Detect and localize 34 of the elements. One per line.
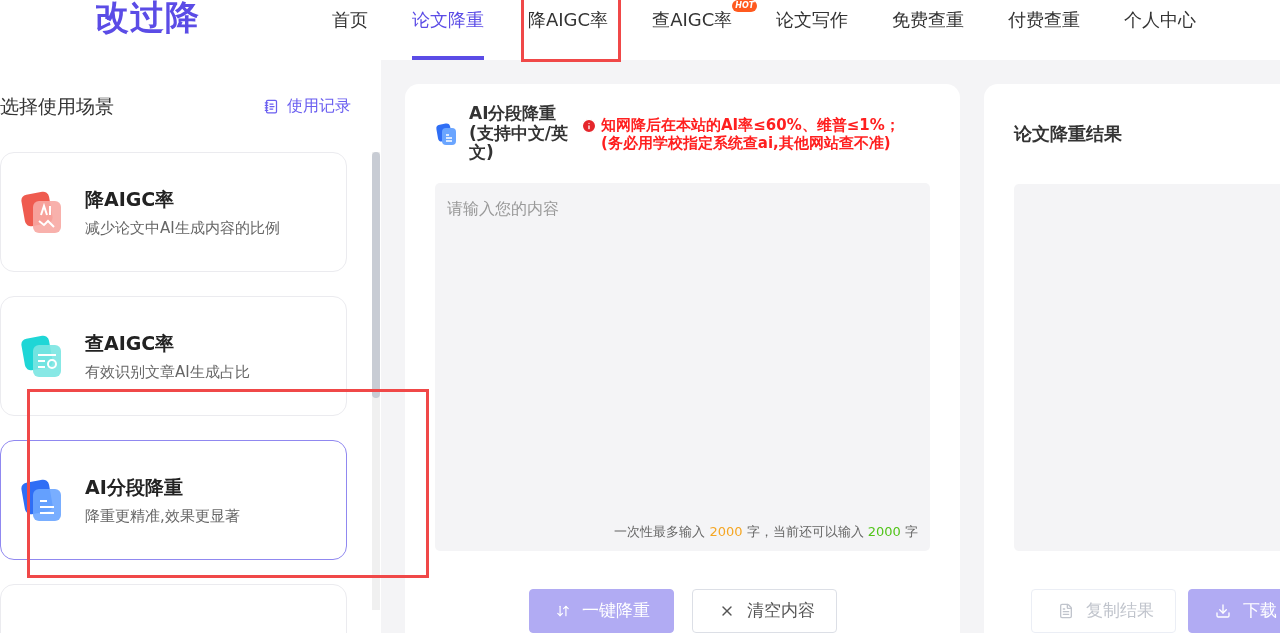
secondary-button[interactable]: 清空内容 — [691, 589, 837, 633]
scenario-description: 减少论文中AI生成内容的比例 — [85, 218, 280, 239]
nav-tab[interactable]: 论文降重 — [412, 6, 484, 33]
logo[interactable]: 改过降 — [95, 0, 265, 43]
nav-tab[interactable]: 免费查重 — [892, 6, 965, 33]
nav-tab[interactable]: 论文写作 — [776, 6, 849, 33]
notice-text: 知网降后在本站的AI率≤60%、维普≤1%； — [601, 115, 900, 134]
history-link[interactable]: 使用记录 — [264, 94, 351, 118]
nav-tab[interactable]: 降AIGC率 — [528, 6, 609, 33]
scrollbar-thumb[interactable] — [372, 152, 380, 398]
list-icon — [264, 98, 279, 114]
document-icon — [1058, 603, 1074, 619]
nav-tab[interactable]: 个人中心 — [1124, 6, 1197, 33]
download-icon — [1215, 603, 1231, 619]
hot-badge: HOT — [732, 0, 758, 12]
document-icon — [435, 121, 459, 146]
notice-text: (务必用学校指定系统查ai,其他网站查不准) — [601, 133, 892, 152]
scenario-title: 降AIGC率 — [85, 186, 176, 212]
panel-title: AI分段降重(支持中文/英文) — [469, 104, 569, 163]
nav-tab[interactable]: 首页 — [332, 6, 368, 33]
nav-tab[interactable]: 查AIGC率 — [652, 6, 733, 33]
scenario-description: 降重更精准,效果更显著 — [85, 506, 240, 527]
scenario-description: 有效识别文章AI生成占比 — [85, 362, 250, 383]
nav-tab[interactable]: 付费查重 — [1008, 6, 1081, 33]
scenario-title: AI分段降重 — [85, 474, 184, 500]
scenario-card[interactable]: AI分段降重 降重更精准,效果更显著 — [0, 440, 347, 560]
swap-icon — [555, 604, 570, 618]
section-title: 选择使用场景 — [0, 93, 114, 119]
scenario-card[interactable]: 查AIGC率 有效识别文章AI生成占比 — [0, 296, 347, 416]
panel-title: 论文降重结果 — [1014, 122, 1122, 147]
scenario-card[interactable]: 降AIGC率 减少论文中AI生成内容的比例 — [0, 152, 347, 272]
character-counter: 一次性最多输入 2000 字，当前还可以输入 2000 字 — [614, 522, 918, 541]
info-icon — [581, 117, 597, 134]
scenario-title: 查AIGC率 — [85, 330, 176, 356]
